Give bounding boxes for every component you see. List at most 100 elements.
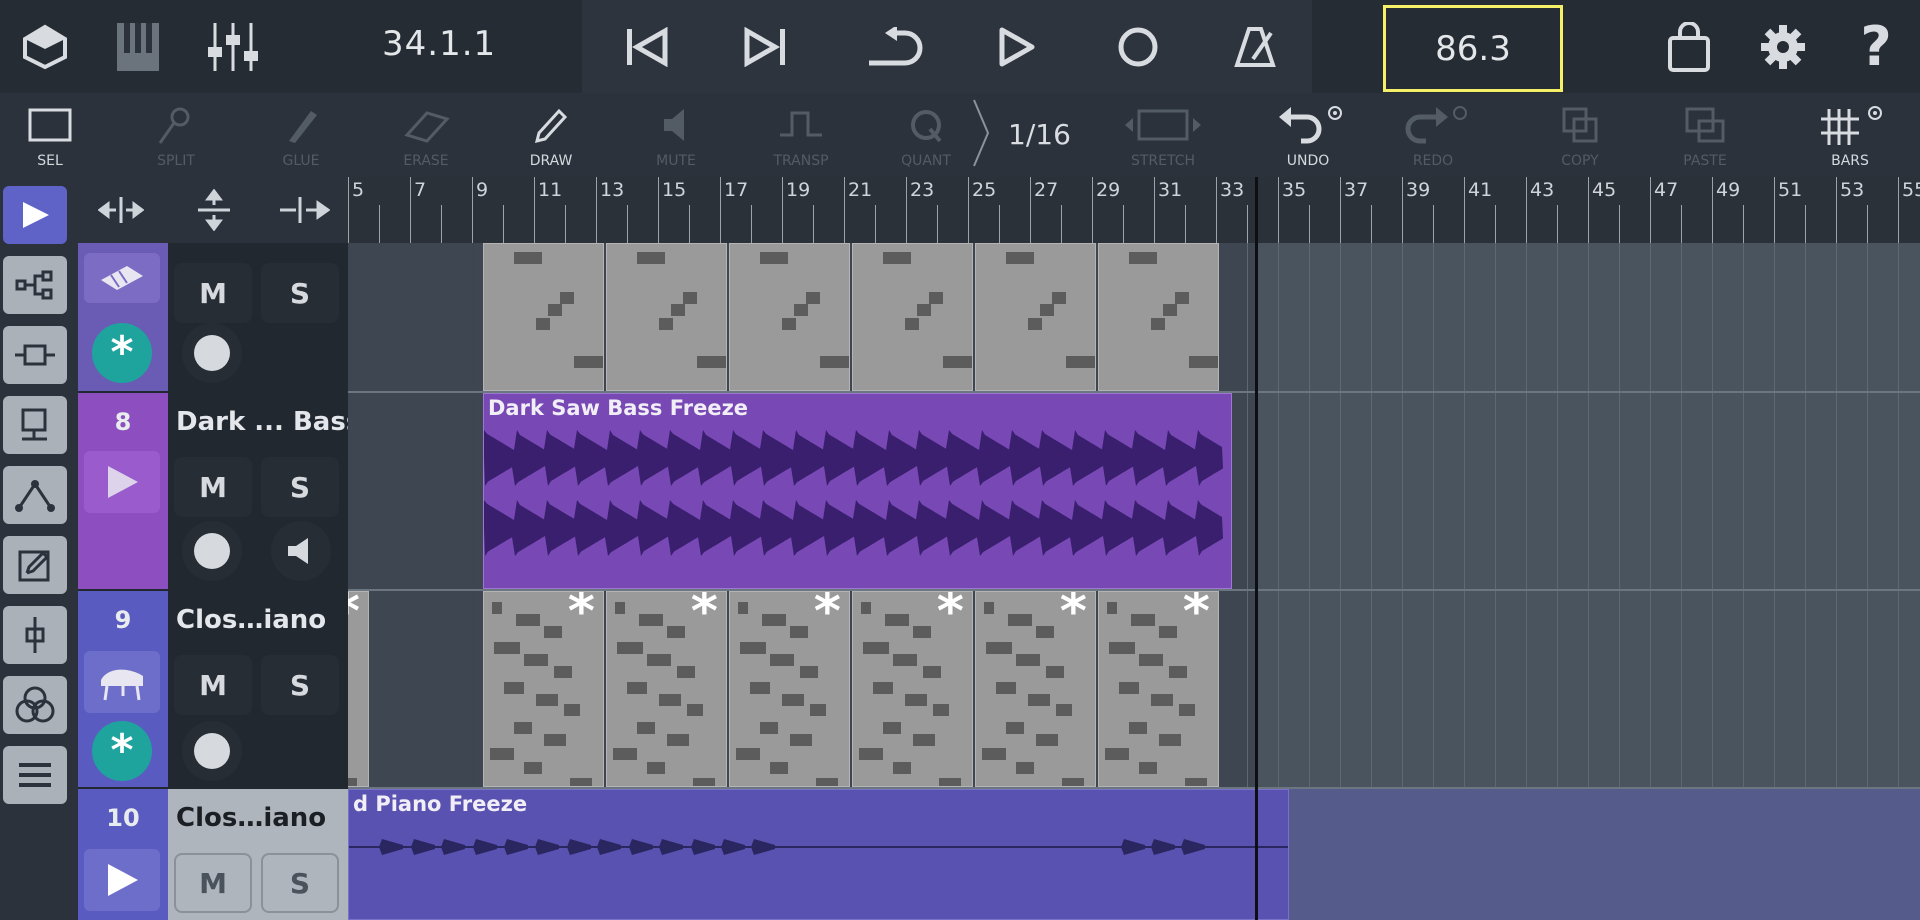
lane-track-7[interactable] [348,243,1920,391]
keyboard-instrument-icon[interactable] [84,253,160,303]
midi-note [782,318,796,330]
tool-select[interactable]: SEL [0,93,110,177]
midi-clip[interactable]: * [852,591,973,787]
midi-clip[interactable]: * [606,591,727,787]
split-track-icon[interactable] [276,195,331,229]
tool-bars[interactable]: BARS [1790,93,1910,177]
audio-clip-piano[interactable]: d Piano Freeze [348,789,1289,920]
play-icon[interactable] [987,0,1047,93]
speaker-icon[interactable] [271,521,331,581]
menu-icon[interactable] [3,746,67,804]
playhead[interactable] [1255,177,1258,920]
asterisk-icon[interactable]: * [92,323,152,383]
midi-clip[interactable]: * [348,591,369,787]
circles-icon[interactable] [3,676,67,734]
midi-clip[interactable]: * [975,591,1096,787]
mixer-icon[interactable] [203,0,263,93]
quantize-value[interactable]: 1/16 [1008,118,1071,151]
tool-draw[interactable]: DRAW [491,93,611,177]
lane-track-10[interactable]: d Piano Freeze [348,789,1920,920]
midi-clip[interactable]: * [483,591,604,787]
tool-undo[interactable]: UNDO [1248,93,1368,177]
automation-icon[interactable] [3,466,67,524]
record-arm-button[interactable] [182,323,242,383]
tool-transpose[interactable]: TRANSP [741,93,861,177]
tool-glue[interactable]: GLUE [241,93,361,177]
position-display[interactable]: 34.1.1 [382,24,496,64]
midi-clip[interactable] [729,243,850,391]
tool-copy[interactable]: COPY [1520,93,1640,177]
mute-button[interactable]: M [174,263,252,323]
midi-clip[interactable] [1098,243,1219,391]
track-name[interactable]: Clos…iano [168,591,348,649]
solo-button[interactable]: S [261,655,339,715]
tool-redo[interactable]: REDO [1373,93,1493,177]
mute-button[interactable]: M [174,853,252,913]
waveform-channel [484,430,1223,486]
help-icon[interactable]: ? [1846,0,1906,93]
arrange-area[interactable]: 5 7 9 11 13 15 17 19 21 23 25 27 29 31 33 35 37 39 41 43 45 4… [348,177,1920,920]
midi-note [1046,666,1064,678]
quantize-chevron[interactable] [970,98,994,172]
midi-note [1016,654,1040,666]
play-triangle-icon[interactable] [84,849,160,911]
waveform-burst [721,839,745,855]
skip-forward-icon[interactable] [735,0,795,93]
bass-waveform [484,430,1223,556]
audio-clip-bass[interactable]: Dark Saw Bass Freeze [483,393,1232,589]
vertical-zoom-icon[interactable] [194,188,234,235]
routing-icon[interactable] [3,256,67,314]
midi-clip[interactable]: * [1098,591,1219,787]
record-icon[interactable] [1108,0,1168,93]
midi-clip[interactable]: * [729,591,850,787]
app-icon[interactable] [15,0,75,93]
monitor-icon[interactable] [3,396,67,454]
settings-icon[interactable] [1753,0,1813,93]
play-arrow-icon[interactable] [3,186,67,244]
midi-note [794,304,808,316]
solo-button[interactable]: S [261,853,339,913]
tool-paste[interactable]: PASTE [1645,93,1765,177]
insert-icon[interactable] [3,326,67,384]
tool-stretch[interactable]: STRETCH [1103,93,1223,177]
asterisk-icon[interactable]: * [92,721,152,781]
solo-button[interactable]: S [261,457,339,517]
horizontal-zoom-icon[interactable] [97,195,145,229]
tempo-display[interactable]: 86.3 [1383,5,1563,92]
clip-label: Dark Saw Bass Freeze [488,396,749,420]
piano-icon[interactable] [84,651,160,713]
midi-clip[interactable] [975,243,1096,391]
metronome-icon[interactable] [1225,0,1285,93]
timeline-ruler[interactable]: 5 7 9 11 13 15 17 19 21 23 25 27 29 31 33 35 37 39 41 43 45 4… [348,177,1920,243]
midi-note [770,654,794,666]
lane-track-8[interactable]: Dark Saw Bass Freeze [348,393,1920,589]
mute-button[interactable]: M [174,655,252,715]
clip-label: d Piano Freeze [353,792,528,816]
midi-clip[interactable] [606,243,727,391]
tool-quantize[interactable]: QUANT [866,93,986,177]
copy-icon [1520,103,1640,147]
lane-track-9[interactable]: * * * * * * * [348,591,1920,787]
loop-icon[interactable] [858,0,938,93]
record-arm-button[interactable] [182,721,242,781]
solo-button[interactable]: S [261,263,339,323]
track-name[interactable]: Dark ... Bass [168,393,348,451]
midi-note [659,694,681,706]
midi-clip[interactable] [483,243,604,391]
skip-back-icon[interactable] [617,0,677,93]
tool-mute[interactable]: MUTE [616,93,736,177]
mute-button[interactable]: M [174,457,252,517]
track-name[interactable]: Clos…iano [168,789,348,847]
fader-icon[interactable] [3,606,67,664]
play-triangle-icon[interactable] [84,451,160,513]
track-10: 10 Clos…iano M S [78,789,348,920]
shop-icon[interactable] [1659,0,1719,93]
midi-clip[interactable] [852,243,973,391]
tool-erase[interactable]: ERASE [366,93,486,177]
keyboard-icon[interactable] [108,0,168,93]
ruler-tick [1650,177,1651,243]
edit-icon[interactable] [3,536,67,594]
tool-split[interactable]: SPLIT [116,93,236,177]
stretch-icon [1103,103,1223,147]
record-arm-button[interactable] [182,521,242,581]
